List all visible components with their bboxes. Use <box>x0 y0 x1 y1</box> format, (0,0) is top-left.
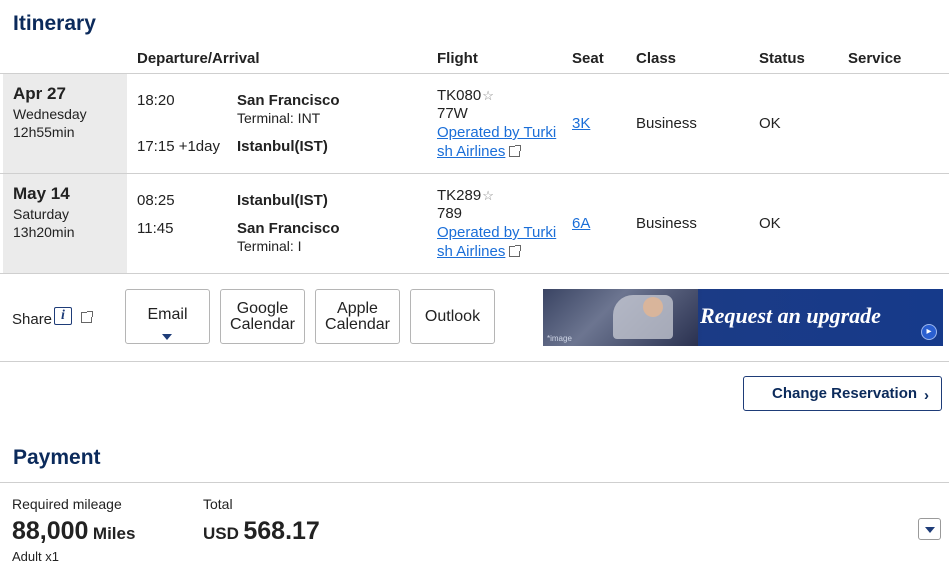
flight-number-text: TK289 <box>437 187 482 204</box>
cabin-class: Business <box>636 215 697 232</box>
image-caption: *image <box>547 334 572 343</box>
divider <box>0 482 949 483</box>
segment-date: Apr 27 <box>13 84 66 103</box>
flight-number-text: TK080 <box>437 87 482 104</box>
divider <box>0 173 949 174</box>
outlook-button-label: Outlook <box>424 307 481 325</box>
seat-link[interactable]: 3K <box>572 115 590 132</box>
operated-by-link-text[interactable]: sh Airlines <box>437 243 505 260</box>
mileage-value: 88,000 <box>12 517 89 545</box>
google-calendar-button[interactable]: Google Calendar <box>220 289 305 344</box>
star-icon: ☆ <box>482 88 494 103</box>
total-value: 568.17 <box>243 517 320 545</box>
apple-calendar-button[interactable]: Apple Calendar <box>315 289 400 344</box>
seat-link[interactable]: 6A <box>572 215 590 232</box>
divider <box>0 73 949 74</box>
change-reservation-label: Change Reservation <box>772 385 918 402</box>
mileage-unit: Miles <box>92 524 136 543</box>
external-link-icon <box>81 311 93 323</box>
arrival-city: San Francisco <box>237 220 340 237</box>
arrival-city: Istanbul(IST) <box>237 138 328 155</box>
arrival-time: 11:45 <box>137 220 174 237</box>
external-link-icon <box>509 245 522 257</box>
flight-number: TK289☆ <box>437 187 494 204</box>
mileage-amount: 88,000 Miles <box>12 517 135 546</box>
star-icon: ☆ <box>482 188 494 203</box>
column-header-flight: Flight <box>437 50 478 67</box>
column-header-service: Service <box>848 50 902 67</box>
aircraft-type: 789 <box>437 205 463 222</box>
expand-dropdown-button[interactable] <box>918 518 941 540</box>
email-button[interactable]: Email <box>125 289 210 344</box>
payment-title: Payment <box>13 446 101 469</box>
operated-by-link[interactable]: Operated by Turki <box>437 224 556 241</box>
departure-city: San Francisco <box>237 92 340 109</box>
date-cell: May 14 Saturday 13h20min <box>3 174 127 273</box>
operated-by-link[interactable]: Operated by Turki <box>437 124 556 141</box>
column-header-class: Class <box>636 50 677 67</box>
itinerary-title: Itinerary <box>13 12 96 35</box>
divider <box>0 273 949 274</box>
departure-terminal: Terminal: INT <box>237 110 321 126</box>
arrival-time: 17:15 +1day <box>137 138 220 155</box>
upgrade-banner[interactable]: *image Request an upgrade ▸ <box>543 289 943 346</box>
apple-calendar-label-1: Apple <box>337 299 378 317</box>
segment-date: May 14 <box>13 184 70 203</box>
email-button-label: Email <box>147 305 188 323</box>
segment-status: OK <box>759 115 781 132</box>
change-reservation-button[interactable]: Change Reservation › <box>743 376 942 411</box>
total-label: Total <box>203 496 233 512</box>
share-label: Share <box>12 311 53 328</box>
arrow-right-icon: ▸ <box>921 324 937 340</box>
segment-duration: 12h55min <box>13 124 75 140</box>
column-header-seat: Seat <box>572 50 604 67</box>
passenger-image <box>643 297 663 317</box>
divider <box>0 361 949 362</box>
departure-time: 08:25 <box>137 192 175 209</box>
chevron-down-icon <box>162 334 172 340</box>
flight-number: TK080☆ <box>437 87 494 104</box>
segment-weekday: Wednesday <box>13 106 87 122</box>
currency: USD <box>203 524 239 543</box>
segment-status: OK <box>759 215 781 232</box>
arrival-terminal: Terminal: I <box>237 238 302 254</box>
google-calendar-label-1: Google <box>236 299 289 317</box>
departure-city: Istanbul(IST) <box>237 192 328 209</box>
column-header-departure-arrival: Departure/Arrival <box>137 50 260 67</box>
total-amount: USD 568.17 <box>203 517 320 546</box>
date-cell: Apr 27 Wednesday 12h55min <box>3 74 127 173</box>
seat-image <box>613 295 673 339</box>
apple-calendar-label-2: Calendar <box>325 315 390 333</box>
google-calendar-label-2: Calendar <box>230 315 295 333</box>
operated-by-link-cont[interactable]: sh Airlines <box>437 243 522 260</box>
segment-weekday: Saturday <box>13 206 70 222</box>
passenger-count: Adult x1 <box>12 549 59 564</box>
chevron-right-icon: › <box>924 387 929 404</box>
cabin-class: Business <box>636 115 697 132</box>
segment-duration: 13h20min <box>13 224 75 240</box>
aircraft-type: 77W <box>437 105 468 122</box>
operated-by-link-text[interactable]: sh Airlines <box>437 143 505 160</box>
outlook-button[interactable]: Outlook <box>410 289 495 344</box>
operated-by-link-cont[interactable]: sh Airlines <box>437 143 522 160</box>
departure-time: 18:20 <box>137 92 175 109</box>
required-mileage-label: Required mileage <box>12 496 122 512</box>
info-icon[interactable]: i <box>54 307 72 325</box>
external-link-icon <box>509 145 522 157</box>
column-header-status: Status <box>759 50 805 67</box>
upgrade-banner-text: Request an upgrade <box>700 303 881 328</box>
